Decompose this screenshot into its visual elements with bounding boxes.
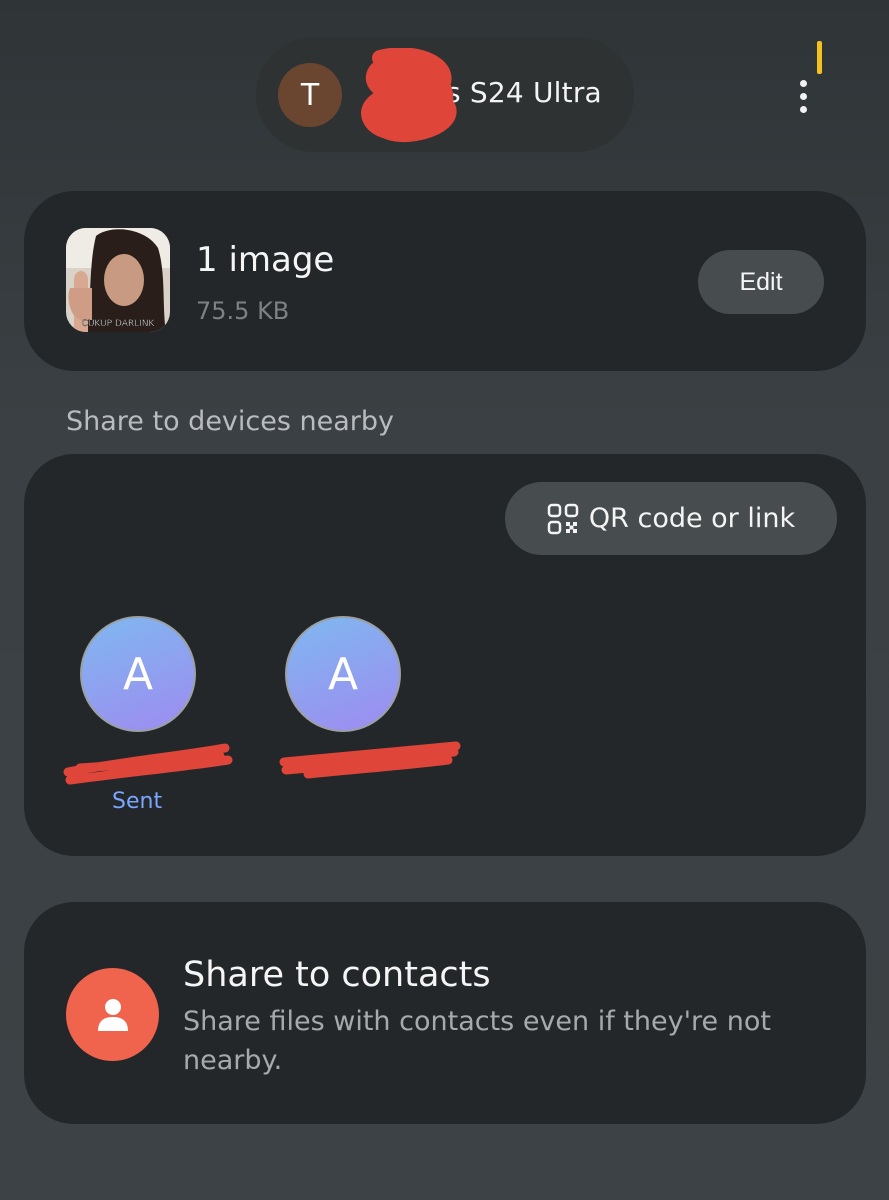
share-to-contacts-description: Share files with contacts even if they'r… <box>183 1006 771 1076</box>
edit-button[interactable]: Edit <box>698 250 824 314</box>
nearby-device-2[interactable]: A <box>285 616 401 732</box>
redaction-scribble <box>361 48 457 143</box>
person-icon <box>66 968 159 1061</box>
qr-code-or-link-button[interactable]: QR code or link <box>505 482 837 555</box>
more-vert-icon[interactable] <box>786 72 822 120</box>
qr-code-icon <box>547 503 579 534</box>
image-thumbnail[interactable]: CUKUP DARLINK <box>66 228 170 332</box>
nearby-device-1[interactable]: A <box>80 616 196 732</box>
status-indicator <box>817 41 822 74</box>
thumbnail-caption: CUKUP DARLINK <box>82 319 156 329</box>
file-size: 75.5 KB <box>196 297 290 325</box>
section-label-nearby: Share to devices nearby <box>66 406 395 437</box>
share-to-contacts-title: Share to contacts <box>183 955 491 995</box>
file-count: 1 image <box>196 240 335 280</box>
redaction-scribble <box>279 741 461 779</box>
sent-status-label: Sent <box>112 789 163 814</box>
avatar: T <box>278 63 342 127</box>
redaction-scribble <box>63 743 233 785</box>
qr-button-label: QR code or link <box>588 503 796 534</box>
device-name-label: s S24 Ultra <box>446 76 602 109</box>
